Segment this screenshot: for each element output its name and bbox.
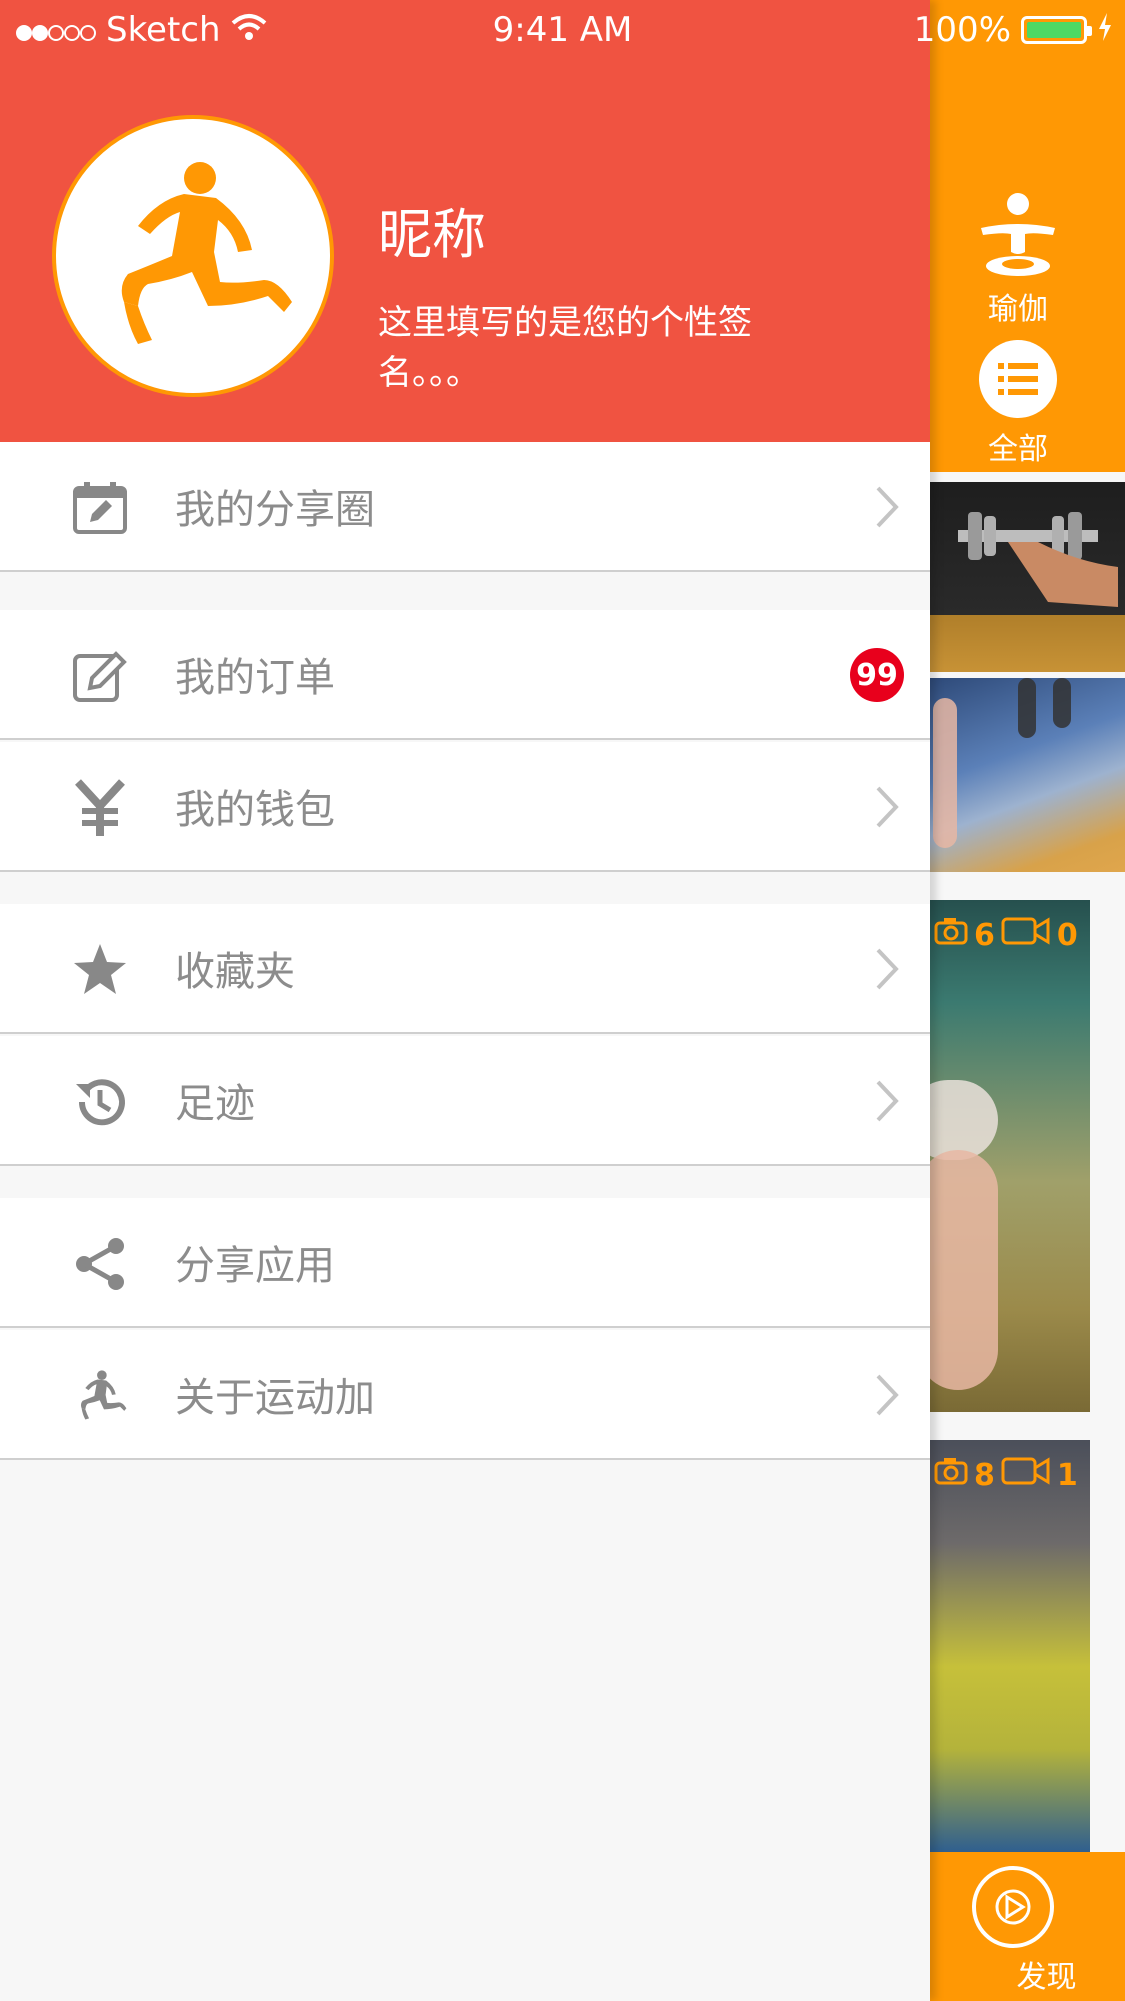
menu-item-share-circle[interactable]: 我的分享圈	[0, 442, 930, 572]
menu-item-label: 我的钱包	[175, 787, 335, 833]
runner-logo-icon	[121, 162, 292, 344]
category-bar: 瑜伽 全部	[928, 0, 1125, 472]
discover-icon	[972, 1866, 1054, 1948]
nickname: 昵称	[378, 203, 486, 266]
menu-item-favorites[interactable]: 收藏夹	[0, 904, 930, 1034]
menu-item-about[interactable]: 关于运动加	[0, 1330, 930, 1460]
menu-item-share-app[interactable]: 分享应用	[0, 1198, 930, 1328]
menu-item-orders[interactable]: 我的订单 99	[0, 610, 930, 740]
menu-item-history[interactable]: 足迹	[0, 1036, 930, 1166]
signature: 这里填写的是您的个性签名。。。	[378, 303, 752, 393]
notification-badge: 99	[850, 648, 904, 702]
yen-icon	[70, 778, 130, 838]
edit-icon	[70, 646, 130, 706]
share-icon	[70, 1234, 130, 1294]
chevron-right-icon	[866, 480, 906, 534]
list-icon	[979, 340, 1057, 418]
chevron-right-icon	[866, 1074, 906, 1128]
activity-photo-2[interactable]: 8 1	[928, 1440, 1090, 1852]
video-icon	[1001, 916, 1051, 954]
runner-icon	[70, 1366, 130, 1426]
menu-item-label: 足迹	[175, 1081, 255, 1127]
category-yoga-label: 瑜伽	[988, 292, 1048, 327]
category-yoga[interactable]: 瑜伽	[948, 190, 1088, 328]
profile-header: 昵称 这里填写的是您的个性签名。。。	[0, 0, 930, 442]
battery-percent: 100%	[913, 10, 1011, 50]
side-drawer: 昵称 这里填写的是您的个性签名。。。 我的分享圈 我的订单 99 我的钱包 收藏…	[0, 0, 930, 2001]
menu-item-label: 关于运动加	[175, 1375, 375, 1421]
menu-item-wallet[interactable]: 我的钱包	[0, 742, 930, 872]
calendar-edit-icon	[70, 478, 130, 538]
dumbbell-photo[interactable]	[928, 482, 1125, 672]
tab-discover-label: 发现	[1016, 1960, 1077, 1995]
camera-icon	[934, 1457, 968, 1493]
video-icon	[1001, 1456, 1051, 1494]
media-count-2: 8 1	[934, 1456, 1078, 1494]
star-icon	[70, 940, 130, 1000]
background-app: 瑜伽 全部 6 0 8 1 发现	[928, 0, 1125, 2001]
history-icon	[70, 1072, 130, 1132]
yoga-icon	[981, 193, 1055, 276]
chevron-right-icon	[866, 942, 906, 996]
activity-photo-1[interactable]: 6 0	[928, 900, 1090, 1412]
chevron-right-icon	[866, 1368, 906, 1422]
menu-item-label: 分享应用	[175, 1243, 335, 1289]
media-count-1: 6 0	[934, 916, 1078, 954]
charging-icon	[1097, 10, 1113, 50]
category-all-label: 全部	[988, 432, 1048, 467]
battery-icon	[1021, 16, 1092, 44]
category-all[interactable]: 全部	[948, 340, 1088, 468]
tab-discover[interactable]: 发现	[928, 1852, 1125, 2001]
menu-item-label: 我的订单	[175, 655, 335, 701]
chevron-right-icon	[866, 780, 906, 834]
status-bar: Sketch 9:41 AM 100%	[0, 0, 1125, 60]
camera-icon	[934, 917, 968, 953]
battery-status: 100%	[914, 10, 1113, 50]
runners-photo[interactable]	[928, 678, 1125, 872]
menu-item-label: 收藏夹	[175, 949, 295, 995]
avatar[interactable]	[52, 115, 334, 397]
menu-item-label: 我的分享圈	[175, 487, 375, 533]
